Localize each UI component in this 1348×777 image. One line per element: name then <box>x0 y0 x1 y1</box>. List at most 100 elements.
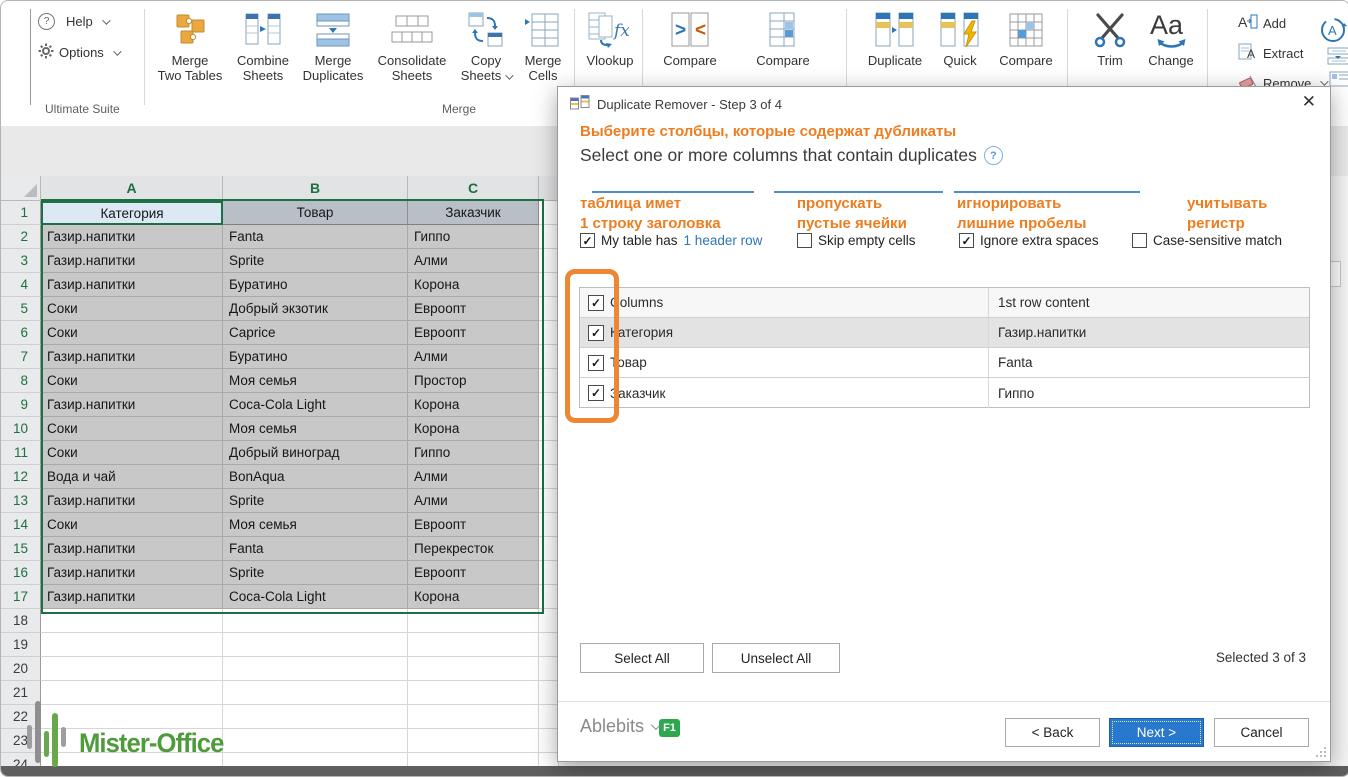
cell-B4[interactable]: Буратино <box>223 273 408 297</box>
row-header-1[interactable]: 1 <box>1 201 41 225</box>
row-header-17[interactable]: 17 <box>1 585 41 609</box>
unselect-all-button[interactable]: Unselect All <box>712 643 840 673</box>
cell-D5[interactable] <box>539 297 559 321</box>
ignore-extra-spaces-checkbox[interactable]: ✓ <box>959 233 974 248</box>
cell-C9[interactable]: Корона <box>408 393 539 417</box>
cell-B10[interactable]: Моя семья <box>223 417 408 441</box>
cell-A1[interactable]: Категория <box>41 201 223 225</box>
cell-A13[interactable]: Газир.напитки <box>41 489 223 513</box>
cell-B18[interactable] <box>223 609 408 633</box>
cell-C1[interactable]: Заказчик <box>408 201 539 225</box>
cell-B5[interactable]: Добрый экзотик <box>223 297 408 321</box>
option-case-sensitive-match[interactable]: Case-sensitive match <box>1132 233 1282 248</box>
cell-B13[interactable]: Sprite <box>223 489 408 513</box>
cell-D1[interactable] <box>539 201 559 225</box>
cell-D3[interactable] <box>539 249 559 273</box>
cell-D14[interactable] <box>539 513 559 537</box>
row-header-16[interactable]: 16 <box>1 561 41 585</box>
resize-grip[interactable] <box>1316 747 1326 757</box>
cell-B23[interactable] <box>223 729 408 753</box>
cell-B8[interactable]: Моя семья <box>223 369 408 393</box>
cell-D11[interactable] <box>539 441 559 465</box>
cell-D15[interactable] <box>539 537 559 561</box>
select-all-button[interactable]: Select All <box>580 643 704 673</box>
row-header-19[interactable]: 19 <box>1 633 41 657</box>
ribbon-button-trim-spaces[interactable]: Trim <box>1081 7 1139 68</box>
cell-C12[interactable]: Алми <box>408 465 539 489</box>
cell-B14[interactable]: Моя семья <box>223 513 408 537</box>
case-sensitive-match-checkbox[interactable] <box>1132 233 1147 248</box>
cell-A3[interactable]: Газир.напитки <box>41 249 223 273</box>
cell-A4[interactable]: Газир.напитки <box>41 273 223 297</box>
row-header-14[interactable]: 14 <box>1 513 41 537</box>
back-button[interactable]: < Back <box>1005 718 1100 747</box>
cell-C23[interactable] <box>408 729 539 753</box>
cell-C16[interactable]: Евроопт <box>408 561 539 585</box>
ribbon-button-compare-two-sheets[interactable]: ><Compare <box>651 7 729 68</box>
ribbon-button-compare-multiple[interactable]: Compare <box>743 7 823 68</box>
cell-C7[interactable]: Алми <box>408 345 539 369</box>
my-table-has-header-link[interactable]: 1 header row <box>684 233 763 248</box>
cell-C20[interactable] <box>408 657 539 681</box>
ribbon-button-consolidate-sheets[interactable]: ConsolidateSheets <box>369 7 455 83</box>
cell-B1[interactable]: Товар <box>223 201 408 225</box>
my-table-has-header-checkbox[interactable]: ✓ <box>580 233 595 248</box>
cell-C5[interactable]: Евроопт <box>408 297 539 321</box>
cell-D9[interactable] <box>539 393 559 417</box>
cell-A18[interactable] <box>41 609 223 633</box>
columns-table-row-Заказчик[interactable]: ✓ЗаказчикГиппо <box>580 378 1309 408</box>
row-checkbox[interactable]: ✓ <box>588 325 604 341</box>
cell-C15[interactable]: Перекресток <box>408 537 539 561</box>
cell-A5[interactable]: Соки <box>41 297 223 321</box>
row-checkbox[interactable]: ✓ <box>588 295 604 311</box>
card-view-icon[interactable] <box>1329 71 1348 92</box>
cell-B21[interactable] <box>223 681 408 705</box>
cell-A12[interactable]: Вода и чай <box>41 465 223 489</box>
ablebits-menu[interactable]: Ablebits <box>580 716 658 737</box>
row-header-4[interactable]: 4 <box>1 273 41 297</box>
cell-B11[interactable]: Добрый виноград <box>223 441 408 465</box>
cell-D12[interactable] <box>539 465 559 489</box>
cell-D8[interactable] <box>539 369 559 393</box>
cell-A16[interactable]: Газир.напитки <box>41 561 223 585</box>
ribbon-button-change-case[interactable]: AaChange <box>1139 7 1203 68</box>
help-circle-icon[interactable]: ? <box>984 146 1003 165</box>
cell-C4[interactable]: Корона <box>408 273 539 297</box>
cell-C22[interactable] <box>408 705 539 729</box>
row-header-5[interactable]: 5 <box>1 297 41 321</box>
cell-C8[interactable]: Простор <box>408 369 539 393</box>
cell-D20[interactable] <box>539 657 559 681</box>
option-ignore-extra-spaces[interactable]: ✓Ignore extra spaces <box>959 233 1099 248</box>
cell-B7[interactable]: Буратино <box>223 345 408 369</box>
cell-C3[interactable]: Алми <box>408 249 539 273</box>
cell-A20[interactable] <box>41 657 223 681</box>
row-header-9[interactable]: 9 <box>1 393 41 417</box>
help-button[interactable]: ? Help <box>38 13 108 30</box>
cell-A7[interactable]: Газир.напитки <box>41 345 223 369</box>
cell-A9[interactable]: Газир.напитки <box>41 393 223 417</box>
row-header-18[interactable]: 18 <box>1 609 41 633</box>
row-header-11[interactable]: 11 <box>1 441 41 465</box>
cell-B19[interactable] <box>223 633 408 657</box>
columns-table-row-Категория[interactable]: ✓КатегорияГазир.напитки <box>580 318 1309 348</box>
distribute-rows-icon[interactable] <box>1327 47 1348 72</box>
cell-C10[interactable]: Корона <box>408 417 539 441</box>
options-button[interactable]: Options <box>38 43 119 62</box>
cell-D2[interactable] <box>539 225 559 249</box>
cell-B22[interactable] <box>223 705 408 729</box>
cell-C21[interactable] <box>408 681 539 705</box>
cell-D16[interactable] <box>539 561 559 585</box>
column-header-A[interactable]: A <box>41 176 223 201</box>
cell-A8[interactable]: Соки <box>41 369 223 393</box>
cell-B3[interactable]: Sprite <box>223 249 408 273</box>
row-header-20[interactable]: 20 <box>1 657 41 681</box>
ribbon-button-duplicate-remover[interactable]: Duplicate <box>858 7 932 68</box>
row-header-8[interactable]: 8 <box>1 369 41 393</box>
cell-A11[interactable]: Соки <box>41 441 223 465</box>
option-my-table-has-header[interactable]: ✓My table has1 header row <box>580 233 762 248</box>
column-header-B[interactable]: B <box>223 176 408 201</box>
ribbon-button-vlookup[interactable]: fxVlookup <box>578 7 642 68</box>
ribbon-button-copy-sheets[interactable]: CopySheets <box>457 7 515 83</box>
extract-button[interactable]: AExtract <box>1238 43 1303 63</box>
cell-D18[interactable] <box>539 609 559 633</box>
